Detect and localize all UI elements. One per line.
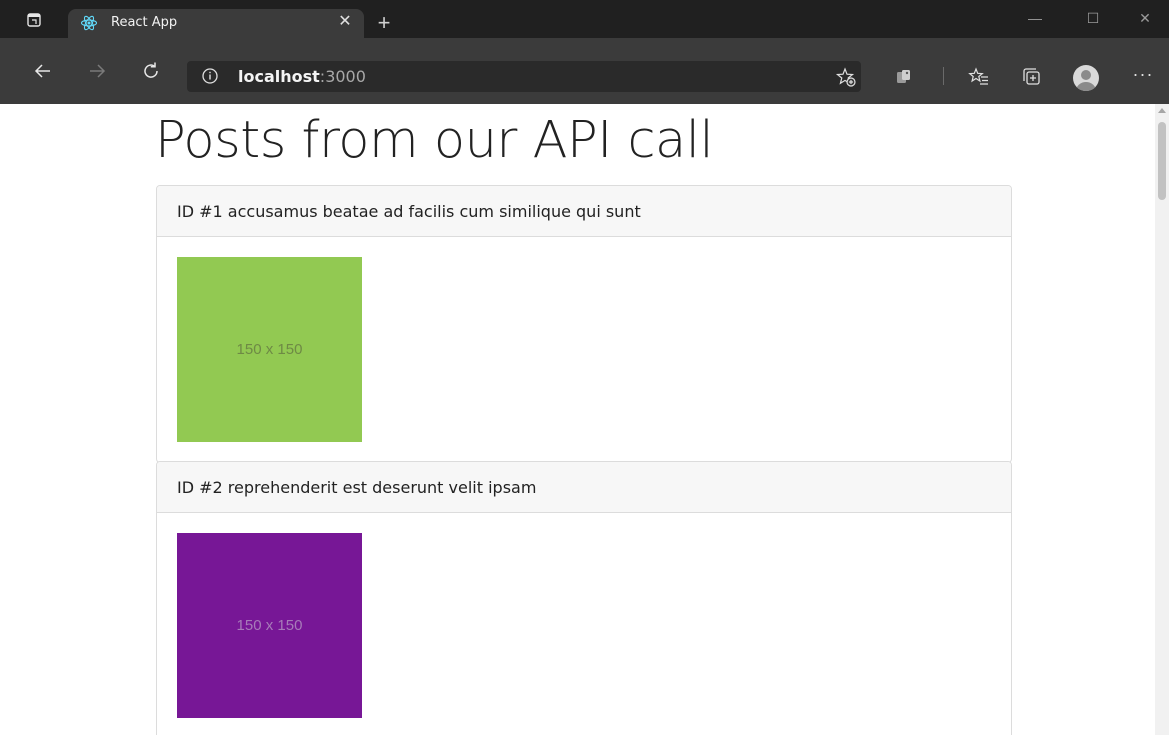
page-viewport: Posts from our API call ID #1 accusamus …	[0, 104, 1169, 735]
address-bar[interactable]: localhost:3000	[187, 61, 861, 92]
window-close-button[interactable]: ✕	[1125, 8, 1165, 32]
close-icon[interactable]: ✕	[336, 13, 354, 31]
page-title: Posts from our API call	[155, 111, 714, 170]
title-bar: React App ✕ + — ☐ ✕	[0, 0, 1169, 38]
tab-title: React App	[111, 15, 178, 30]
post-card: ID #1 accusamus beatae ad facilis cum si…	[156, 185, 1012, 463]
refresh-icon[interactable]	[138, 60, 164, 86]
url-host: localhost	[238, 67, 320, 86]
thumbnail-label: 150 x 150	[236, 617, 303, 634]
minimize-button[interactable]: —	[1015, 8, 1055, 32]
post-thumbnail: 150 x 150	[177, 257, 362, 442]
more-icon[interactable]: ···	[1130, 64, 1156, 86]
thumbnail-label: 150 x 150	[236, 341, 303, 358]
avatar-icon[interactable]	[1073, 65, 1099, 91]
post-card: ID #2 reprehenderit est deserunt velit i…	[156, 461, 1012, 735]
url-port: :3000	[319, 67, 366, 86]
post-thumbnail: 150 x 150	[177, 533, 362, 718]
plus-icon[interactable]: +	[374, 12, 394, 35]
post-card-body: 150 x 150	[157, 237, 1011, 462]
react-logo-icon	[80, 14, 98, 32]
browser-toolbar: localhost:3000 ···	[0, 38, 1169, 104]
scroll-up-arrow[interactable]	[1158, 108, 1166, 113]
arrow-right-icon[interactable]	[84, 60, 110, 86]
collections-icon[interactable]	[1021, 66, 1043, 88]
maximize-button[interactable]: ☐	[1073, 8, 1113, 32]
favorites-list-icon[interactable]	[968, 66, 990, 88]
tab-actions-icon[interactable]	[24, 10, 44, 30]
url-text: localhost:3000	[238, 67, 366, 86]
post-card-body: 150 x 150	[157, 513, 1011, 735]
toolbar-separator	[943, 67, 944, 85]
star-plus-icon[interactable]	[835, 66, 857, 88]
post-card-header: ID #1 accusamus beatae ad facilis cum si…	[157, 186, 1011, 237]
extension-icon[interactable]	[893, 66, 915, 88]
browser-tab[interactable]: React App ✕	[68, 9, 364, 38]
info-icon[interactable]	[201, 67, 219, 85]
post-card-header: ID #2 reprehenderit est deserunt velit i…	[157, 462, 1011, 513]
vertical-scrollbar[interactable]	[1155, 104, 1169, 735]
scroll-thumb[interactable]	[1158, 122, 1166, 200]
arrow-left-icon[interactable]	[30, 60, 56, 86]
